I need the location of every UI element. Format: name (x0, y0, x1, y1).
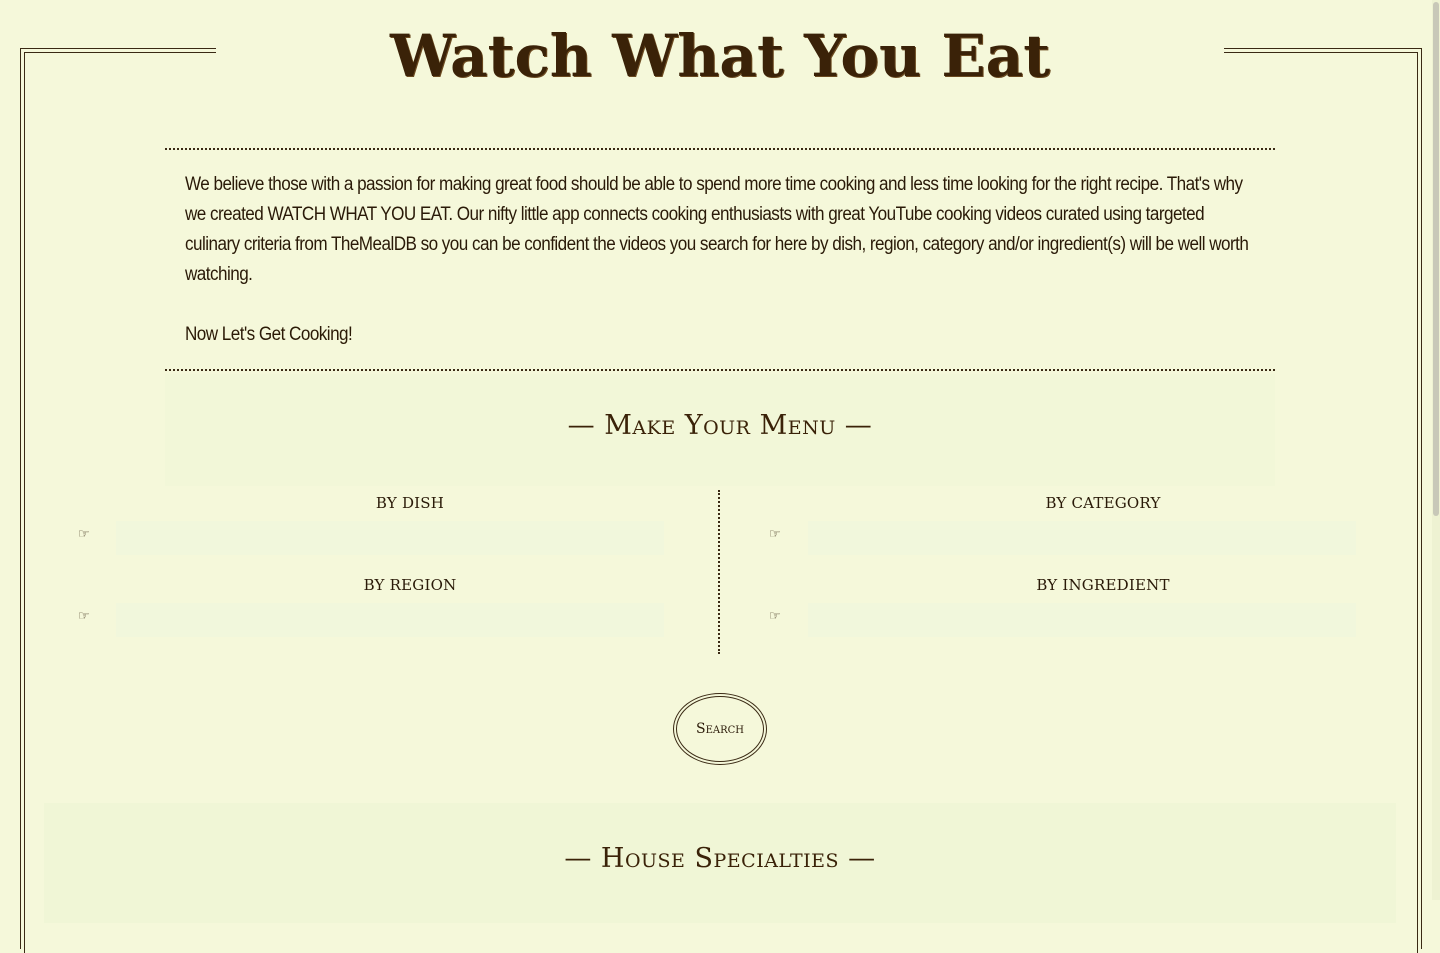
search-button[interactable]: Search (673, 693, 767, 765)
pointing-hand-icon: ☞ (769, 527, 781, 542)
intro-cta: Now Let's Get Cooking! (185, 324, 353, 345)
intro-text: We believe those with a passion for maki… (185, 170, 1249, 290)
pointing-hand-icon: ☞ (78, 527, 90, 542)
column-divider (718, 490, 720, 654)
region-input[interactable] (116, 603, 664, 637)
search-button-label: Search (676, 696, 764, 762)
intro-paragraph: We believe those with a passion for maki… (185, 174, 1249, 285)
dish-input[interactable] (116, 521, 664, 555)
pointing-hand-icon: ☞ (78, 609, 90, 624)
bottom-dotted-rule (165, 369, 1275, 371)
ingredient-label: BY INGREDIENT (1036, 576, 1170, 594)
top-dotted-rule (165, 148, 1275, 150)
region-label: BY REGION (363, 576, 457, 594)
ingredient-input[interactable] (808, 603, 1356, 637)
pointing-hand-icon: ☞ (769, 609, 781, 624)
make-your-menu-heading: — Make Your Menu — (567, 410, 873, 441)
dish-label: BY DISH (375, 494, 445, 512)
house-specialties-heading: — House Specialties — (564, 843, 876, 874)
scrollbar-thumb[interactable] (1433, 2, 1439, 516)
category-label: BY CATEGORY (1045, 494, 1161, 512)
category-input[interactable] (808, 521, 1356, 555)
page-scrollbar[interactable] (1432, 0, 1440, 900)
site-title: Watch What You Eat (389, 22, 1050, 90)
